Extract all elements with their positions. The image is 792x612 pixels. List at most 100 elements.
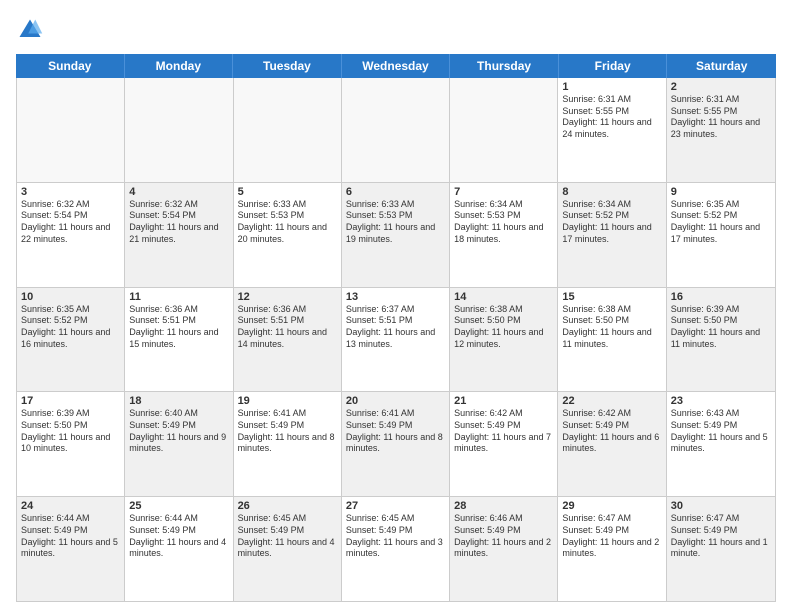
day-info: Sunrise: 6:42 AM Sunset: 5:49 PM Dayligh… — [562, 408, 661, 455]
day-info: Sunrise: 6:44 AM Sunset: 5:49 PM Dayligh… — [129, 513, 228, 560]
day-number: 6 — [346, 186, 445, 198]
calendar-cell — [450, 78, 558, 182]
calendar-row: 3Sunrise: 6:32 AM Sunset: 5:54 PM Daylig… — [17, 183, 775, 288]
day-info: Sunrise: 6:37 AM Sunset: 5:51 PM Dayligh… — [346, 304, 445, 351]
day-number: 12 — [238, 291, 337, 303]
calendar-cell — [17, 78, 125, 182]
weekday-header: Tuesday — [233, 54, 342, 78]
day-info: Sunrise: 6:38 AM Sunset: 5:50 PM Dayligh… — [454, 304, 553, 351]
calendar-header: SundayMondayTuesdayWednesdayThursdayFrid… — [16, 54, 776, 78]
calendar-cell: 9Sunrise: 6:35 AM Sunset: 5:52 PM Daylig… — [667, 183, 775, 287]
day-number: 17 — [21, 395, 120, 407]
calendar-cell: 23Sunrise: 6:43 AM Sunset: 5:49 PM Dayli… — [667, 392, 775, 496]
calendar-cell: 10Sunrise: 6:35 AM Sunset: 5:52 PM Dayli… — [17, 288, 125, 392]
day-info: Sunrise: 6:43 AM Sunset: 5:49 PM Dayligh… — [671, 408, 771, 455]
day-number: 13 — [346, 291, 445, 303]
day-info: Sunrise: 6:31 AM Sunset: 5:55 PM Dayligh… — [671, 94, 771, 141]
header — [16, 16, 776, 46]
day-info: Sunrise: 6:45 AM Sunset: 5:49 PM Dayligh… — [238, 513, 337, 560]
day-number: 27 — [346, 500, 445, 512]
calendar-cell: 17Sunrise: 6:39 AM Sunset: 5:50 PM Dayli… — [17, 392, 125, 496]
day-number: 26 — [238, 500, 337, 512]
calendar-cell: 30Sunrise: 6:47 AM Sunset: 5:49 PM Dayli… — [667, 497, 775, 601]
day-number: 21 — [454, 395, 553, 407]
calendar-row: 1 Sunrise: 6:31 AM Sunset: 5:55 PM Daylig… — [17, 78, 775, 183]
day-number: 2 — [671, 81, 771, 93]
calendar-cell: 14Sunrise: 6:38 AM Sunset: 5:50 PM Dayli… — [450, 288, 558, 392]
day-info: Sunrise: 6:45 AM Sunset: 5:49 PM Dayligh… — [346, 513, 445, 560]
day-number: 10 — [21, 291, 120, 303]
calendar-cell: 1Sunrise: 6:31 AM Sunset: 5:55 PM Daylig… — [558, 78, 666, 182]
day-number: 1 — [562, 81, 661, 93]
calendar-cell: 13Sunrise: 6:37 AM Sunset: 5:51 PM Dayli… — [342, 288, 450, 392]
day-info: Sunrise: 6:34 AM Sunset: 5:52 PM Dayligh… — [562, 199, 661, 246]
calendar-cell: 12Sunrise: 6:36 AM Sunset: 5:51 PM Dayli… — [234, 288, 342, 392]
day-number: 3 — [21, 186, 120, 198]
day-info: Sunrise: 6:33 AM Sunset: 5:53 PM Dayligh… — [238, 199, 337, 246]
day-info: Sunrise: 6:44 AM Sunset: 5:49 PM Dayligh… — [21, 513, 120, 560]
day-number: 23 — [671, 395, 771, 407]
day-number: 20 — [346, 395, 445, 407]
day-number: 29 — [562, 500, 661, 512]
calendar-cell: 4Sunrise: 6:32 AM Sunset: 5:54 PM Daylig… — [125, 183, 233, 287]
day-number: 9 — [671, 186, 771, 198]
calendar-row: 17Sunrise: 6:39 AM Sunset: 5:50 PM Dayli… — [17, 392, 775, 497]
calendar-cell: 26Sunrise: 6:45 AM Sunset: 5:49 PM Dayli… — [234, 497, 342, 601]
calendar-cell: 24Sunrise: 6:44 AM Sunset: 5:49 PM Dayli… — [17, 497, 125, 601]
calendar-cell: 5Sunrise: 6:33 AM Sunset: 5:53 PM Daylig… — [234, 183, 342, 287]
day-info: Sunrise: 6:36 AM Sunset: 5:51 PM Dayligh… — [129, 304, 228, 351]
calendar-cell — [342, 78, 450, 182]
day-number: 5 — [238, 186, 337, 198]
calendar-cell: 2Sunrise: 6:31 AM Sunset: 5:55 PM Daylig… — [667, 78, 775, 182]
weekday-header: Monday — [125, 54, 234, 78]
day-info: Sunrise: 6:33 AM Sunset: 5:53 PM Dayligh… — [346, 199, 445, 246]
calendar-row: 10Sunrise: 6:35 AM Sunset: 5:52 PM Dayli… — [17, 288, 775, 393]
day-number: 4 — [129, 186, 228, 198]
calendar-cell: 21Sunrise: 6:42 AM Sunset: 5:49 PM Dayli… — [450, 392, 558, 496]
day-number: 28 — [454, 500, 553, 512]
day-number: 18 — [129, 395, 228, 407]
weekday-header: Thursday — [450, 54, 559, 78]
calendar-cell: 8Sunrise: 6:34 AM Sunset: 5:52 PM Daylig… — [558, 183, 666, 287]
calendar-cell: 16Sunrise: 6:39 AM Sunset: 5:50 PM Dayli… — [667, 288, 775, 392]
day-info: Sunrise: 6:47 AM Sunset: 5:49 PM Dayligh… — [671, 513, 771, 560]
day-info: Sunrise: 6:41 AM Sunset: 5:49 PM Dayligh… — [346, 408, 445, 455]
day-number: 24 — [21, 500, 120, 512]
day-number: 30 — [671, 500, 771, 512]
day-info: Sunrise: 6:32 AM Sunset: 5:54 PM Dayligh… — [21, 199, 120, 246]
day-info: Sunrise: 6:35 AM Sunset: 5:52 PM Dayligh… — [21, 304, 120, 351]
calendar-cell: 25Sunrise: 6:44 AM Sunset: 5:49 PM Dayli… — [125, 497, 233, 601]
day-info: Sunrise: 6:41 AM Sunset: 5:49 PM Dayligh… — [238, 408, 337, 455]
day-info: Sunrise: 6:38 AM Sunset: 5:50 PM Dayligh… — [562, 304, 661, 351]
day-number: 16 — [671, 291, 771, 303]
day-number: 25 — [129, 500, 228, 512]
calendar-row: 24Sunrise: 6:44 AM Sunset: 5:49 PM Dayli… — [17, 497, 775, 601]
day-info: Sunrise: 6:39 AM Sunset: 5:50 PM Dayligh… — [671, 304, 771, 351]
weekday-header: Sunday — [16, 54, 125, 78]
day-info: Sunrise: 6:32 AM Sunset: 5:54 PM Dayligh… — [129, 199, 228, 246]
page: SundayMondayTuesdayWednesdayThursdayFrid… — [0, 0, 792, 612]
calendar-body: 1 Sunrise: 6:31 AM Sunset: 5:55 PM Daylig… — [16, 78, 776, 602]
day-info: Sunrise: 6:39 AM Sunset: 5:50 PM Dayligh… — [21, 408, 120, 455]
weekday-header: Wednesday — [342, 54, 451, 78]
calendar-cell: 18Sunrise: 6:40 AM Sunset: 5:49 PM Dayli… — [125, 392, 233, 496]
calendar-cell: 27Sunrise: 6:45 AM Sunset: 5:49 PM Dayli… — [342, 497, 450, 601]
day-number: 14 — [454, 291, 553, 303]
day-info: Sunrise: 6:46 AM Sunset: 5:49 PM Dayligh… — [454, 513, 553, 560]
day-number: 19 — [238, 395, 337, 407]
calendar-cell: 19Sunrise: 6:41 AM Sunset: 5:49 PM Dayli… — [234, 392, 342, 496]
day-number: 22 — [562, 395, 661, 407]
calendar-cell: 11Sunrise: 6:36 AM Sunset: 5:51 PM Dayli… — [125, 288, 233, 392]
logo-icon — [16, 16, 44, 44]
day-number: 8 — [562, 186, 661, 198]
weekday-header: Saturday — [667, 54, 776, 78]
calendar-cell: 15Sunrise: 6:38 AM Sunset: 5:50 PM Dayli… — [558, 288, 666, 392]
weekday-header: Friday — [559, 54, 668, 78]
day-info: Sunrise: 6:40 AM Sunset: 5:49 PM Dayligh… — [129, 408, 228, 455]
day-info: Sunrise: 6:42 AM Sunset: 5:49 PM Dayligh… — [454, 408, 553, 455]
calendar-cell — [234, 78, 342, 182]
calendar-cell: 3Sunrise: 6:32 AM Sunset: 5:54 PM Daylig… — [17, 183, 125, 287]
calendar-cell: 29Sunrise: 6:47 AM Sunset: 5:49 PM Dayli… — [558, 497, 666, 601]
day-number: 7 — [454, 186, 553, 198]
calendar-cell — [125, 78, 233, 182]
